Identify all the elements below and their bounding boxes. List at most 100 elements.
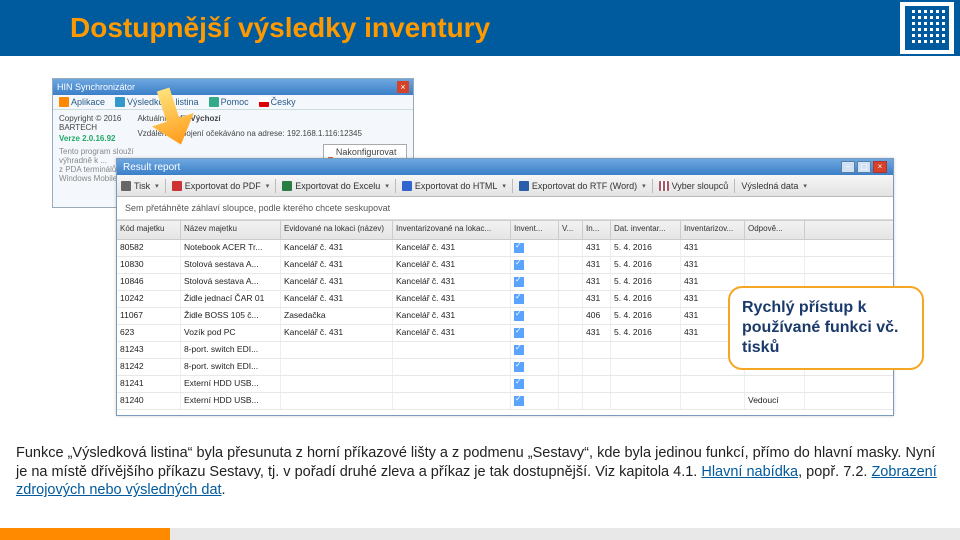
table-cell: Židle BOSS 105 č... bbox=[181, 308, 281, 324]
table-cell: Externí HDD USB... bbox=[181, 393, 281, 409]
table-row[interactable]: 81240Externí HDD USB...Vedoucí bbox=[117, 393, 893, 410]
qr-code-icon bbox=[900, 2, 954, 54]
table-cell: Kancelář č. 431 bbox=[281, 291, 393, 307]
column-header[interactable]: V... bbox=[559, 221, 583, 239]
column-header[interactable]: In... bbox=[583, 221, 611, 239]
table-cell bbox=[393, 359, 511, 375]
close-icon[interactable]: × bbox=[397, 81, 409, 93]
check-icon bbox=[514, 260, 524, 270]
slide-header-bar: Dostupnější výsledky inventury bbox=[0, 0, 960, 56]
table-cell: 5. 4. 2016 bbox=[611, 325, 681, 341]
table-cell bbox=[559, 240, 583, 256]
table-cell bbox=[511, 376, 559, 392]
group-by-hint[interactable]: Sem přetáhněte záhlaví sloupce, podle kt… bbox=[117, 197, 893, 220]
column-header[interactable]: Odpově... bbox=[745, 221, 805, 239]
report-toolbar: Tisk Exportovat do PDF Exportovat do Exc… bbox=[117, 175, 893, 197]
table-cell bbox=[559, 376, 583, 392]
tab-app[interactable]: Aplikace bbox=[59, 97, 105, 107]
table-cell: Stolová sestava A... bbox=[181, 274, 281, 290]
table-cell bbox=[511, 359, 559, 375]
column-header[interactable]: Invent... bbox=[511, 221, 559, 239]
columns-button[interactable]: Vyber sloupců bbox=[659, 181, 729, 191]
sync-tabs: Aplikace Výsledková listina Pomoc Česky bbox=[53, 95, 413, 110]
print-button[interactable]: Tisk bbox=[121, 181, 159, 191]
table-cell: 431 bbox=[583, 240, 611, 256]
table-cell: 431 bbox=[583, 291, 611, 307]
close-icon[interactable]: × bbox=[873, 161, 887, 173]
table-row[interactable]: 81241Externí HDD USB... bbox=[117, 376, 893, 393]
table-cell: 80582 bbox=[117, 240, 181, 256]
column-header[interactable]: Inventarizované na lokac... bbox=[393, 221, 511, 239]
table-cell bbox=[583, 393, 611, 409]
table-cell: 5. 4. 2016 bbox=[611, 291, 681, 307]
table-cell: 10830 bbox=[117, 257, 181, 273]
check-icon bbox=[514, 277, 524, 287]
table-cell bbox=[611, 393, 681, 409]
table-cell: 5. 4. 2016 bbox=[611, 308, 681, 324]
table-cell bbox=[559, 308, 583, 324]
check-icon bbox=[514, 345, 524, 355]
report-title: Result report bbox=[123, 162, 180, 173]
column-header[interactable]: Kód majetku bbox=[117, 221, 181, 239]
export-pdf-button[interactable]: Exportovat do PDF bbox=[172, 181, 270, 191]
table-cell: 81243 bbox=[117, 342, 181, 358]
export-html-button[interactable]: Exportovat do HTML bbox=[402, 181, 506, 191]
table-cell: Kancelář č. 431 bbox=[393, 325, 511, 341]
callout-bubble: Rychlý přístup k používané funkci vč. ti… bbox=[728, 286, 924, 370]
accent-bar bbox=[0, 528, 170, 540]
table-cell bbox=[559, 359, 583, 375]
column-header[interactable]: Dat. inventar... bbox=[611, 221, 681, 239]
report-titlebar[interactable]: Result report – ▢ × bbox=[117, 159, 893, 175]
check-icon bbox=[514, 243, 524, 253]
tab-help[interactable]: Pomoc bbox=[209, 97, 249, 107]
profile-value: Výchozí bbox=[190, 114, 220, 123]
check-icon bbox=[514, 362, 524, 372]
column-header[interactable]: Inventarizov... bbox=[681, 221, 745, 239]
table-cell bbox=[559, 257, 583, 273]
check-icon bbox=[514, 311, 524, 321]
table-cell: 431 bbox=[583, 325, 611, 341]
table-cell: 431 bbox=[681, 240, 745, 256]
table-cell bbox=[583, 376, 611, 392]
table-cell bbox=[511, 393, 559, 409]
table-cell: 623 bbox=[117, 325, 181, 341]
tab-results[interactable]: Výsledková listina bbox=[115, 97, 199, 107]
table-cell: Židle jednací ČAR 01 bbox=[181, 291, 281, 307]
check-icon bbox=[514, 294, 524, 304]
version: Verze 2.0.16.92 bbox=[59, 134, 137, 143]
minimize-icon[interactable]: – bbox=[841, 161, 855, 173]
table-cell: 10846 bbox=[117, 274, 181, 290]
table-cell: Vedoucí bbox=[745, 393, 805, 409]
table-cell bbox=[511, 257, 559, 273]
link-main-menu[interactable]: Hlavní nabídka bbox=[701, 464, 798, 480]
table-row[interactable]: 10830Stolová sestava A...Kancelář č. 431… bbox=[117, 257, 893, 274]
tab-lang[interactable]: Česky bbox=[259, 97, 296, 107]
table-cell bbox=[511, 240, 559, 256]
table-cell bbox=[583, 359, 611, 375]
table-cell bbox=[511, 274, 559, 290]
table-cell: 81241 bbox=[117, 376, 181, 392]
sync-titlebar[interactable]: HIN Synchronizátor × bbox=[53, 79, 413, 95]
sync-title: HIN Synchronizátor bbox=[57, 82, 135, 92]
grid-header[interactable]: Kód majetkuNázev majetkuEvidované na lok… bbox=[117, 220, 893, 240]
table-cell: 431 bbox=[583, 257, 611, 273]
table-cell bbox=[745, 257, 805, 273]
maximize-icon[interactable]: ▢ bbox=[857, 161, 871, 173]
result-data-button[interactable]: Výsledná data bbox=[741, 181, 807, 191]
export-rtf-button[interactable]: Exportovat do RTF (Word) bbox=[519, 181, 646, 191]
table-cell: Kancelář č. 431 bbox=[281, 257, 393, 273]
table-cell: Kancelář č. 431 bbox=[281, 274, 393, 290]
table-row[interactable]: 80582Notebook ACER Tr...Kancelář č. 431K… bbox=[117, 240, 893, 257]
export-excel-button[interactable]: Exportovat do Excelu bbox=[282, 181, 389, 191]
column-header[interactable]: Evidované na lokaci (název) bbox=[281, 221, 393, 239]
check-icon bbox=[514, 396, 524, 406]
table-cell bbox=[559, 291, 583, 307]
table-cell: 5. 4. 2016 bbox=[611, 257, 681, 273]
table-cell bbox=[745, 240, 805, 256]
table-cell: Zasedačka bbox=[281, 308, 393, 324]
table-cell bbox=[559, 342, 583, 358]
column-header[interactable]: Název majetku bbox=[181, 221, 281, 239]
table-cell: Notebook ACER Tr... bbox=[181, 240, 281, 256]
table-cell: 5. 4. 2016 bbox=[611, 240, 681, 256]
description-paragraph: Funkce „Výsledková listina“ byla přesunu… bbox=[16, 444, 944, 500]
